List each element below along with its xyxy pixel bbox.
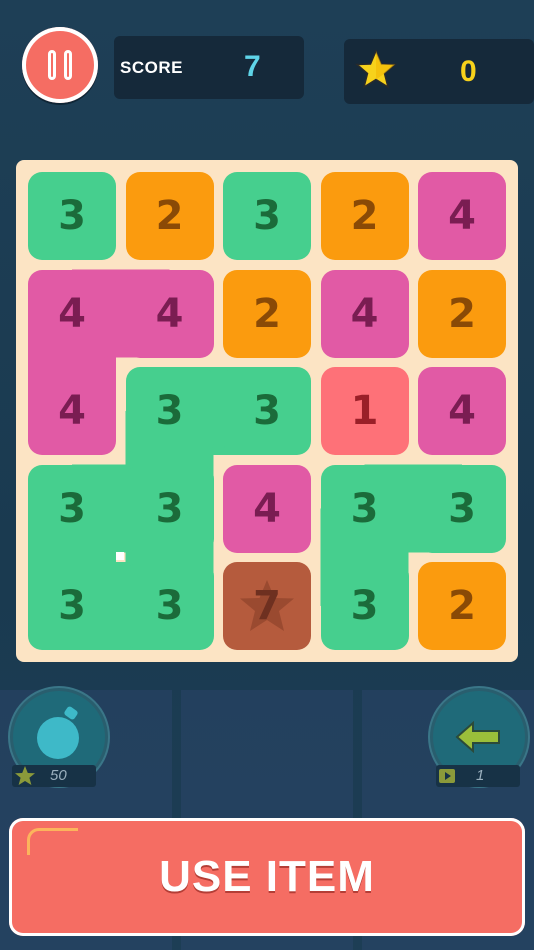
tile-number: 4 — [448, 388, 476, 434]
stars-value: 0 — [460, 55, 477, 88]
tile-number: 4 — [58, 290, 86, 337]
tile-number: 3 — [448, 485, 476, 532]
board-tile-r2-c3[interactable]: 2 — [223, 269, 311, 358]
tile-number: 1 — [350, 388, 379, 434]
board-tile-r4-c2[interactable]: 3 — [125, 464, 214, 553]
tile-number: 4 — [448, 193, 476, 239]
board-tile-r5-c1[interactable]: 3 — [28, 562, 116, 650]
pause-icon — [48, 50, 56, 80]
board-tile-r5-c2[interactable]: 3 — [125, 562, 214, 650]
tile-number: 2 — [448, 290, 476, 337]
tile-number: 4 — [350, 290, 379, 337]
board-tile-r5-c5[interactable]: 2 — [418, 562, 506, 650]
board-tile-r4-c1[interactable]: 3 — [28, 464, 116, 553]
board-tile-r3-c2[interactable]: 3 — [125, 367, 214, 455]
undo-count: 1 — [476, 767, 485, 784]
tile-number: 3 — [350, 583, 379, 629]
bomb-icon — [37, 717, 79, 759]
stars-panel: 0 — [344, 39, 534, 104]
board-tile-r5-c3[interactable]: 7 — [223, 562, 311, 650]
tile-number: 2 — [350, 193, 379, 239]
cursor-dot — [116, 552, 124, 560]
pause-button[interactable] — [22, 27, 98, 103]
video-ad-icon — [439, 769, 455, 783]
tile-number: 3 — [253, 193, 281, 239]
board-tile-r5-c4[interactable]: 3 — [320, 562, 409, 650]
tile-number: 3 — [155, 485, 184, 532]
tile-number: 3 — [155, 388, 184, 434]
tile-number: 4 — [155, 290, 184, 337]
board-tile-r4-c5[interactable]: 3 — [418, 464, 506, 553]
score-panel: SCORE 7 — [114, 36, 304, 99]
board-tile-r4-c4[interactable]: 3 — [320, 464, 409, 553]
board-tile-r1-c4[interactable]: 2 — [320, 172, 409, 260]
board-tile-r4-c3[interactable]: 4 — [223, 464, 311, 553]
board-tile-r3-c3[interactable]: 3 — [223, 367, 311, 455]
board-tile-r3-c4[interactable]: 1 — [320, 367, 409, 455]
board-tile-r2-c4[interactable]: 4 — [320, 269, 409, 358]
board-tile-r1-c5[interactable]: 4 — [418, 172, 506, 260]
board-tile-r1-c2[interactable]: 2 — [125, 172, 214, 260]
score-value: 7 — [244, 50, 261, 83]
tile-number: 3 — [253, 388, 281, 434]
left-arrow-icon — [455, 721, 500, 753]
tile-number: 4 — [253, 485, 281, 532]
tile-number: 3 — [155, 583, 184, 629]
tile-number: 3 — [58, 583, 86, 629]
game-board: 3 2 3 2 4 4 4 2 4 2 4 3 3 1 4 3 3 4 3 3 3 3 7 3 2 — [16, 160, 518, 662]
small-star-icon — [15, 766, 35, 785]
tile-number: 3 — [350, 485, 379, 532]
tile-number: 2 — [253, 290, 281, 337]
use-item-button[interactable]: USE ITEM — [9, 818, 525, 936]
board-tile-r3-c1[interactable]: 4 — [28, 367, 116, 455]
use-item-label: USE ITEM — [159, 852, 375, 901]
board-tile-r1-c1[interactable]: 3 — [28, 172, 116, 260]
board-tile-r2-c2[interactable]: 4 — [125, 269, 214, 358]
board-tile-r3-c5[interactable]: 4 — [418, 367, 506, 455]
board-tile-r2-c1[interactable]: 4 — [28, 269, 116, 358]
bomb-cost: 50 — [50, 767, 67, 784]
tile-number: 3 — [58, 193, 86, 239]
tile-number: 7 — [253, 583, 281, 629]
board-tile-r1-c3[interactable]: 3 — [223, 172, 311, 260]
tile-number: 2 — [448, 583, 476, 629]
score-label: SCORE — [120, 58, 183, 77]
star-icon — [355, 49, 397, 89]
tile-number: 3 — [58, 485, 86, 532]
board-tile-r2-c5[interactable]: 2 — [418, 269, 506, 358]
tile-number: 2 — [155, 193, 184, 239]
tile-number: 4 — [58, 388, 86, 434]
